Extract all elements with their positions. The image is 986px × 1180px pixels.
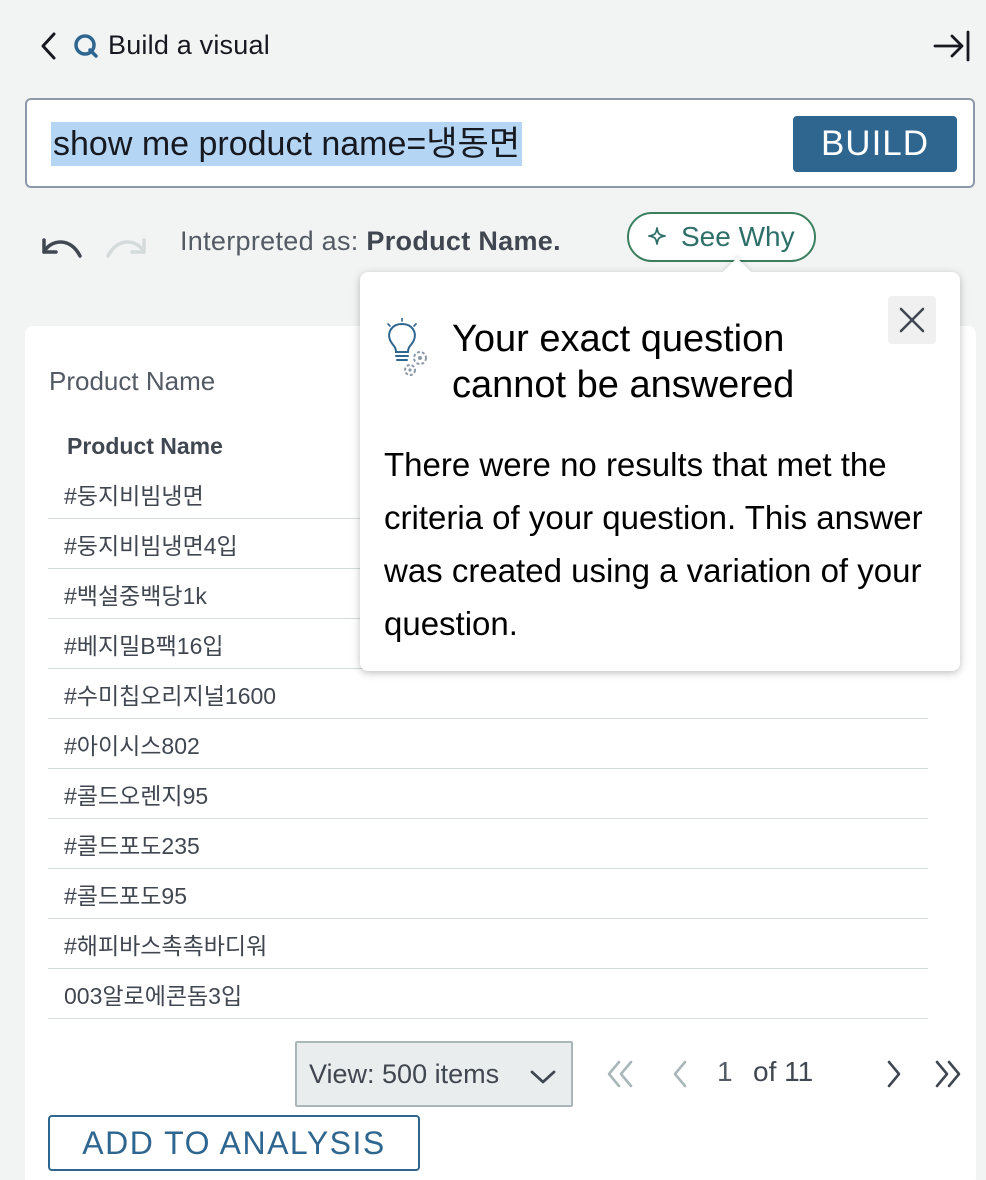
interpretation-prefix: Interpreted as: <box>180 226 359 256</box>
page-size-select[interactable]: View: 500 items <box>295 1041 573 1107</box>
interpretation-text: Interpreted as: Product Name. <box>180 226 561 257</box>
column-header[interactable]: Product Name <box>67 433 223 460</box>
interpretation-value: Product Name. <box>366 226 561 256</box>
see-why-popover: Your exact question cannot be answered T… <box>360 257 960 671</box>
table-row[interactable]: #아이시스802 <box>48 719 928 769</box>
table-row[interactable]: #콜드오렌지95 <box>48 769 928 819</box>
see-why-label: See Why <box>681 221 795 252</box>
pagination: 1 of 11 <box>605 1054 961 1094</box>
back-chevron-icon[interactable] <box>36 30 60 62</box>
table-row[interactable]: #콜드포도235 <box>48 819 928 869</box>
lightbulb-gears-icon <box>382 317 430 378</box>
close-icon[interactable] <box>888 296 936 344</box>
last-page-icon[interactable] <box>931 1058 963 1090</box>
see-why-button[interactable]: See Why <box>627 212 816 262</box>
undo-icon[interactable] <box>36 228 86 268</box>
table-row[interactable]: #해피바스촉촉바디워 <box>48 919 928 969</box>
table-row[interactable]: #콜드포도95 <box>48 869 928 919</box>
first-page-icon[interactable] <box>605 1058 637 1090</box>
table-row[interactable]: 003알로에콘돔3입 <box>48 969 928 1019</box>
header: Build a visual <box>0 0 986 92</box>
redo-icon <box>102 228 152 268</box>
popover-body: There were no results that met the crite… <box>384 446 923 642</box>
page-title: Build a visual <box>108 30 270 60</box>
collapse-panel-icon[interactable] <box>932 28 972 64</box>
build-button[interactable]: BUILD <box>793 116 957 172</box>
next-page-icon[interactable] <box>877 1058 909 1090</box>
quicksight-q-icon <box>72 32 100 60</box>
popover-title: Your exact question cannot be answered <box>452 318 795 406</box>
query-text[interactable]: show me product name=냉동면 <box>51 122 523 166</box>
page-total: of 11 <box>753 1056 814 1087</box>
add-to-analysis-button[interactable]: ADD TO ANALYSIS <box>48 1115 420 1171</box>
visual-title: Product Name <box>49 366 216 396</box>
previous-page-icon[interactable] <box>665 1058 697 1090</box>
table-row[interactable]: #수미칩오리지널1600 <box>48 669 928 719</box>
sparkle-icon <box>647 221 667 253</box>
chevron-down-icon <box>529 1063 557 1094</box>
current-page: 1 <box>717 1056 733 1087</box>
query-input[interactable]: show me product name=냉동면 BUILD <box>25 98 975 188</box>
page-size-label: View: 500 items <box>309 1058 500 1089</box>
popover-arrow <box>722 257 752 287</box>
